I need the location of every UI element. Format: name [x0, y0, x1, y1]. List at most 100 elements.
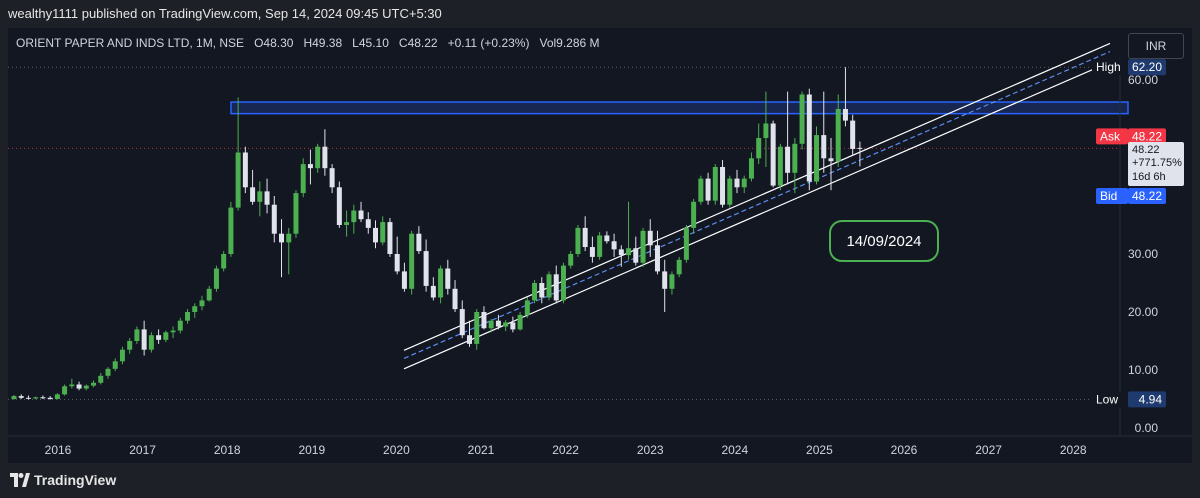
candle-body: [242, 152, 248, 188]
candle-body: [568, 254, 574, 266]
candle-body: [33, 397, 39, 399]
candle-body: [271, 204, 277, 234]
candle-body: [799, 94, 805, 144]
x-tick-label: 2023: [637, 443, 664, 457]
candle-body: [842, 109, 848, 121]
bar-countdown: 16d 6h: [1132, 171, 1166, 183]
x-tick-label: 2016: [45, 443, 72, 457]
candle-body: [770, 123, 776, 186]
candle-body: [589, 247, 595, 257]
candle-body: [416, 233, 422, 252]
x-tick-label: 2027: [975, 443, 1002, 457]
candle-body: [18, 396, 24, 398]
candle-body: [401, 271, 407, 289]
candle-body: [640, 230, 646, 263]
tradingview-logo-icon[interactable]: [10, 473, 30, 487]
x-axis: 2016 2017 2018 2019 2020 2021 2022 2023 2024 2025…: [8, 435, 1192, 457]
candle-body: [459, 309, 465, 336]
close-value: 48.22: [407, 36, 438, 50]
candle-body: [170, 330, 176, 333]
symbol-name: ORIENT PAPER AND INDS LTD, 1M, NSE: [16, 36, 245, 50]
candle-body: [647, 230, 653, 246]
candle-body: [618, 249, 624, 256]
candle-body: [127, 341, 133, 350]
resistance-zone: [230, 101, 1129, 115]
resistance-zone-rect: [230, 101, 1129, 115]
candle-body: [119, 349, 125, 362]
candle-body: [828, 158, 834, 162]
candle-body: [792, 143, 798, 173]
candle-body: [445, 268, 451, 289]
candle-body: [185, 312, 191, 321]
low-value: 4.94: [1139, 392, 1163, 406]
candle-body: [546, 274, 552, 298]
y-axis: 0.0010.0020.0030.0040.0050.0060.00: [1119, 58, 1159, 436]
candle-body: [423, 251, 429, 286]
candle-body: [553, 274, 559, 301]
gridlines: [8, 66, 1118, 400]
candle-body: [199, 300, 205, 307]
candle-body: [495, 320, 501, 327]
candle-body: [524, 300, 530, 315]
volume-value: 9.286 M: [556, 36, 600, 50]
footer: TradingView: [0, 463, 1200, 498]
candle-body: [748, 158, 754, 179]
y-tick-label: 30.00: [1128, 247, 1158, 261]
y-tick-label: 20.00: [1128, 305, 1158, 319]
candle-body: [727, 178, 733, 205]
candle-body: [474, 312, 480, 344]
candle-body: [582, 227, 588, 248]
low-label: L: [352, 36, 359, 50]
candle-body: [286, 233, 292, 243]
candle-body: [91, 382, 97, 386]
candle-body: [633, 248, 639, 263]
candle-body: [517, 314, 523, 330]
candle-body: [821, 135, 827, 159]
high-label: H: [303, 36, 313, 50]
volume-label: Vol: [539, 36, 557, 50]
currency-button[interactable]: INR: [1128, 33, 1184, 59]
candle-body: [177, 320, 183, 331]
candle-body: [452, 288, 458, 310]
y-tick-label: 0.00: [1135, 421, 1159, 435]
candle-body: [134, 329, 140, 341]
x-tick-label: 2028: [1060, 443, 1087, 457]
candle-body: [741, 178, 747, 188]
candle-body: [11, 396, 17, 399]
candle-body: [814, 135, 820, 182]
candle-body: [850, 120, 856, 149]
low-label: Low: [1096, 392, 1118, 406]
candle-body: [654, 245, 660, 272]
y-tick-label: 10.00: [1128, 363, 1158, 377]
candle-body: [734, 178, 740, 188]
candle-body: [76, 384, 82, 389]
footer-brand[interactable]: TradingView: [34, 463, 116, 498]
x-tick-label: 2018: [214, 443, 241, 457]
candle-body: [575, 227, 581, 254]
open-value: 48.30: [263, 36, 294, 50]
change-value: +0.11 (+0.23%): [447, 36, 530, 50]
candle-body: [785, 146, 791, 173]
candle-body: [691, 201, 697, 228]
candle-body: [438, 268, 444, 298]
candle-body: [669, 274, 675, 289]
candle-body: [358, 210, 364, 220]
candle-body: [221, 254, 227, 269]
ask-label: Ask: [1100, 129, 1121, 143]
date-annotation-text: 14/09/2024: [846, 233, 921, 250]
candle-body: [705, 178, 711, 201]
candle-body: [112, 361, 118, 369]
candle-body: [279, 233, 285, 243]
high-value: 62.20: [1132, 60, 1162, 74]
candle-body: [235, 152, 241, 208]
candle-body: [40, 397, 46, 399]
symbol-legend: ORIENT PAPER AND INDS LTD, 1M, NSE O48.3…: [16, 36, 600, 50]
x-tick-label: 2026: [891, 443, 918, 457]
x-tick-label: 2019: [298, 443, 325, 457]
price-chart[interactable]: 2016 2017 2018 2019 2020 2021 2022 2023 2024 2025…: [0, 0, 1200, 498]
candle-body: [777, 146, 783, 186]
candle-body: [213, 268, 219, 289]
candle-body: [315, 146, 321, 169]
bid-label: Bid: [1100, 189, 1117, 203]
last-price-value: 48.22: [1132, 144, 1160, 156]
